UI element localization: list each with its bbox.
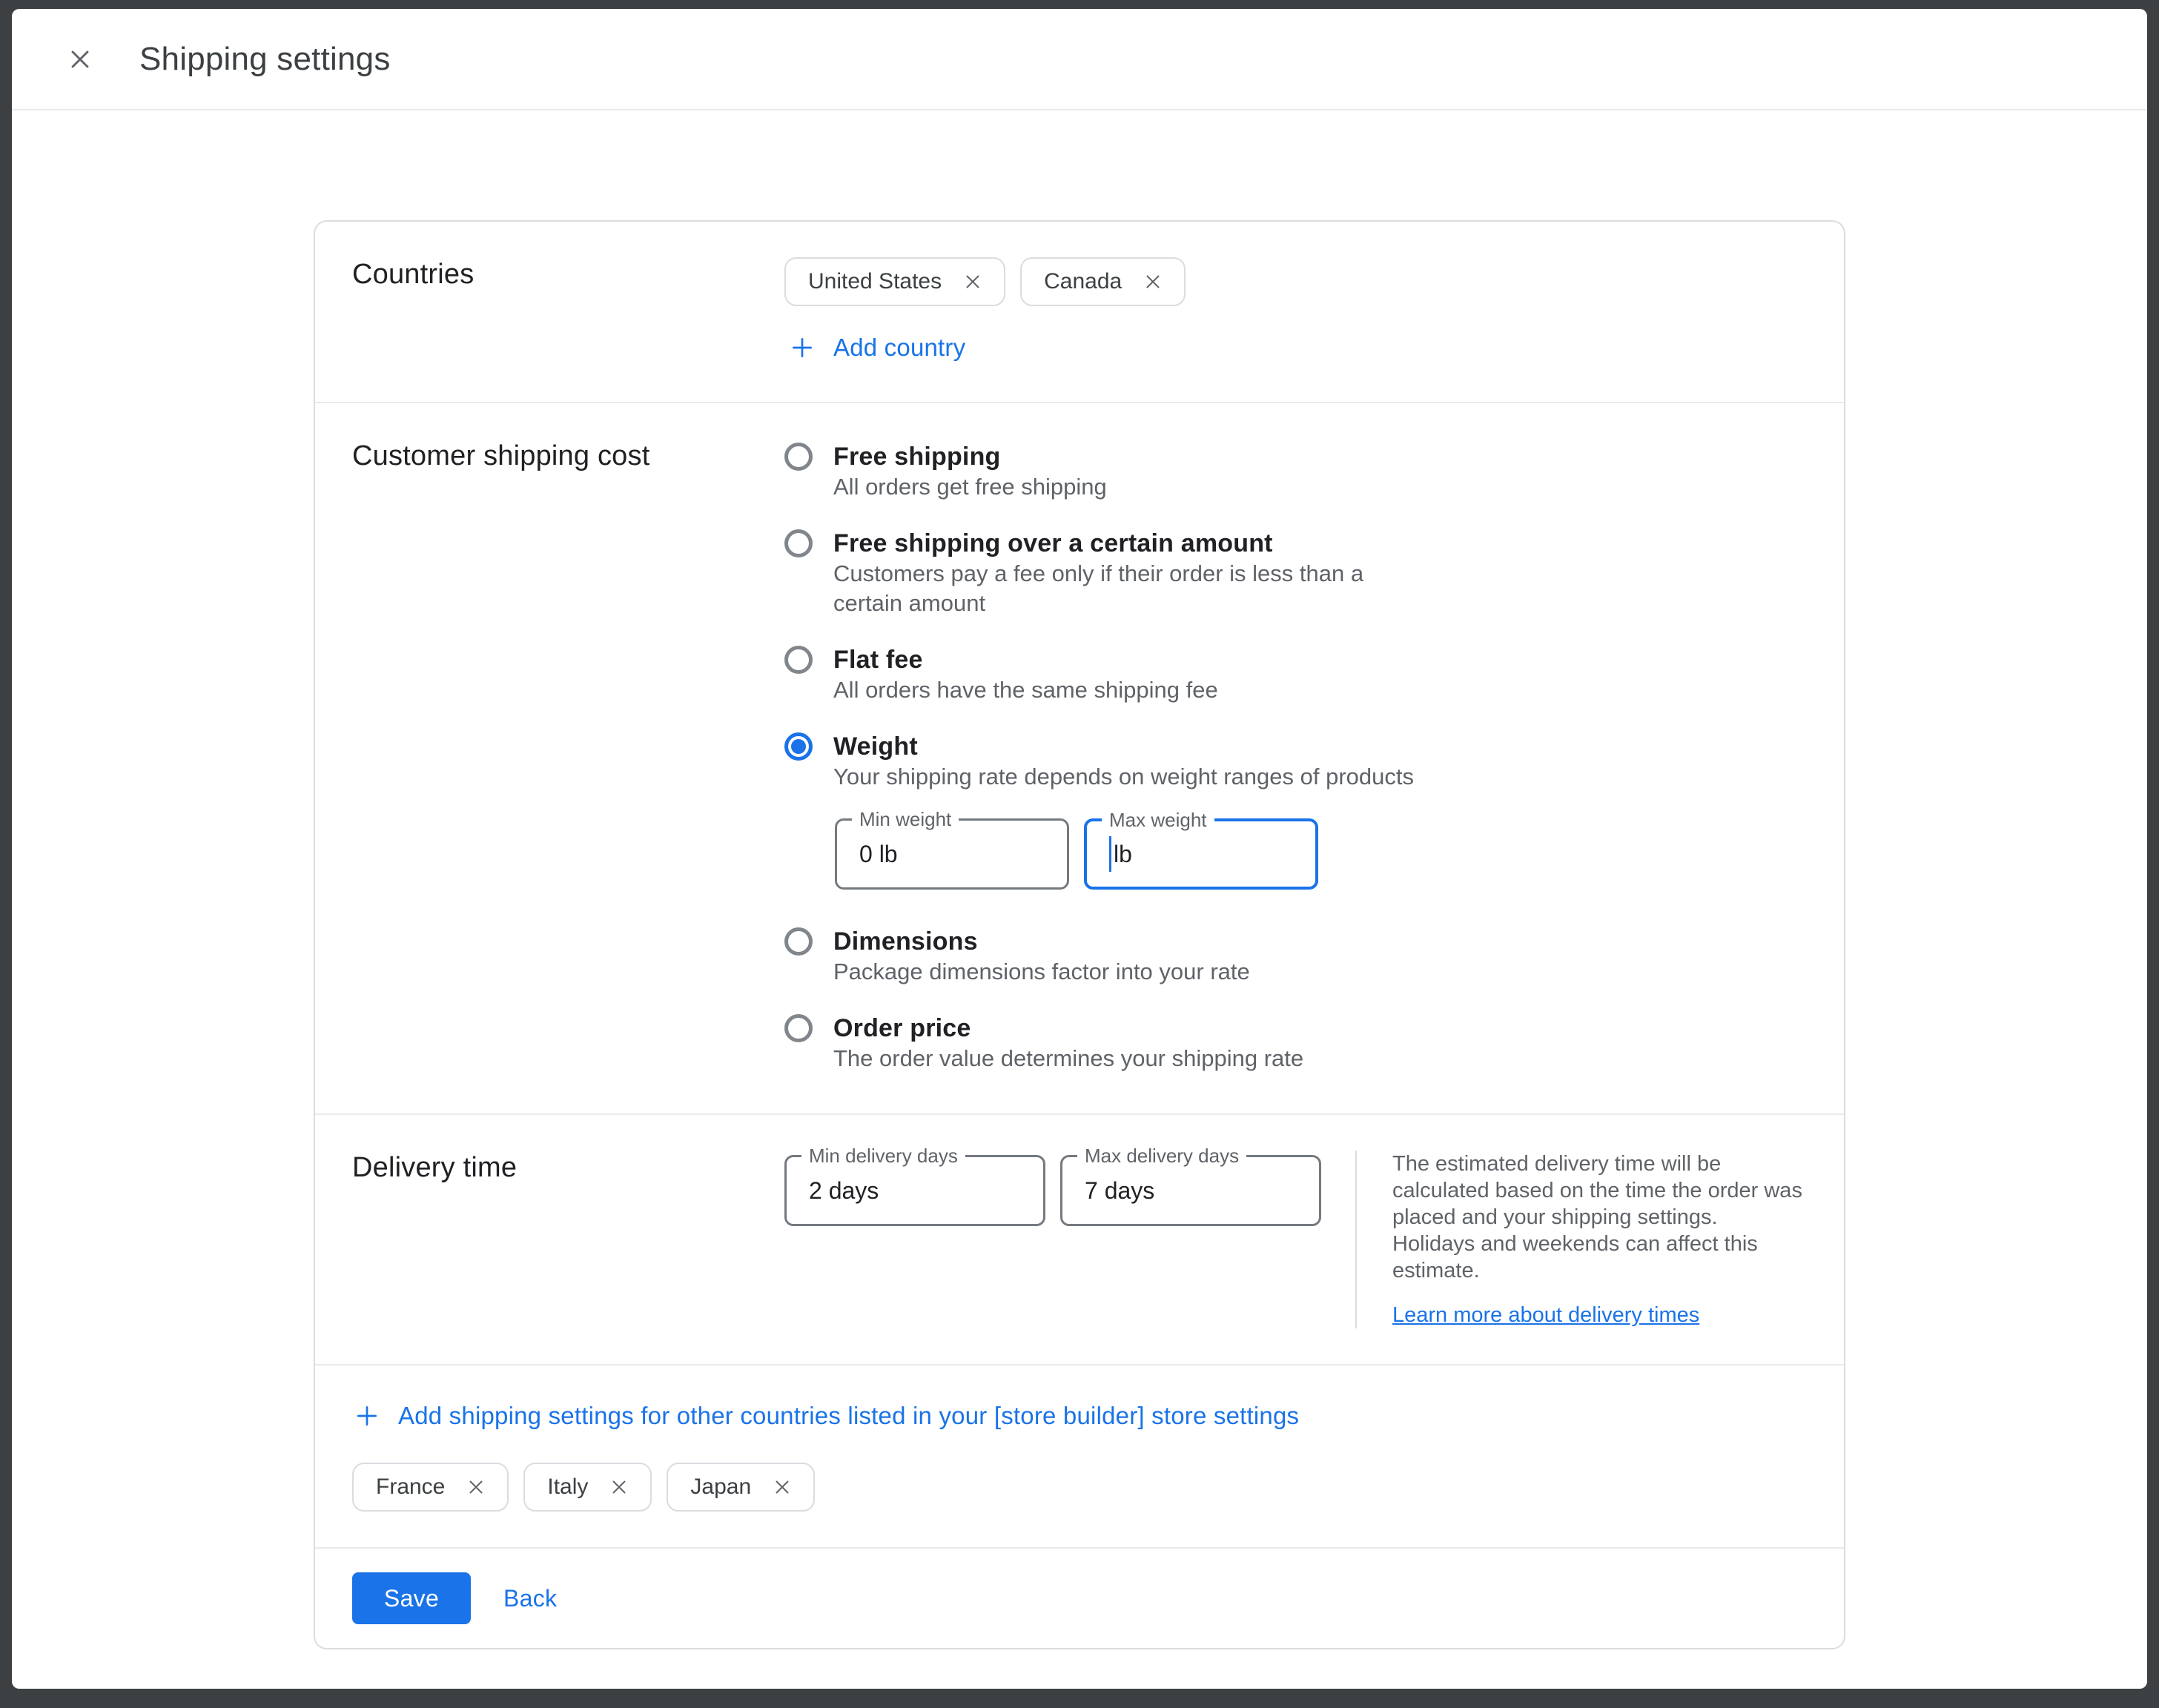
min-weight-field[interactable]: Min weight 0 lb bbox=[835, 818, 1069, 890]
min-delivery-days-label: Min delivery days bbox=[801, 1145, 965, 1166]
chip-label: Italy bbox=[547, 1474, 588, 1500]
delivery-fields-row: Min delivery days 2 days Max delivery da… bbox=[784, 1155, 1321, 1226]
chip-united-states[interactable]: United States bbox=[784, 257, 1005, 306]
other-countries-section: Add shipping settings for other countrie… bbox=[315, 1366, 1844, 1549]
shipping-settings-dialog: Shipping settings Countries United State… bbox=[12, 9, 2147, 1689]
add-shipping-settings-label: Add shipping settings for other countrie… bbox=[398, 1402, 1299, 1430]
max-delivery-days-label: Max delivery days bbox=[1077, 1145, 1246, 1166]
add-country-button[interactable]: Add country bbox=[787, 333, 965, 363]
page-title: Shipping settings bbox=[139, 41, 391, 78]
chip-label: France bbox=[376, 1474, 445, 1500]
remove-japan-icon[interactable] bbox=[770, 1475, 794, 1499]
text-cursor bbox=[1109, 836, 1111, 872]
option-description: All orders have the same shipping fee bbox=[833, 675, 1218, 705]
option-weight[interactable]: Weight Your shipping rate depends on wei… bbox=[784, 732, 1807, 792]
delivery-time-label: Delivery time bbox=[352, 1151, 784, 1328]
footer-actions: Save Back bbox=[315, 1549, 1844, 1648]
add-shipping-settings-button[interactable]: Add shipping settings for other countrie… bbox=[352, 1401, 1299, 1431]
chip-label: Canada bbox=[1044, 269, 1122, 294]
radio-icon[interactable] bbox=[784, 927, 813, 956]
chip-italy[interactable]: Italy bbox=[523, 1463, 652, 1512]
option-label: Order price bbox=[833, 1013, 1303, 1043]
option-free-shipping-over-amount[interactable]: Free shipping over a certain amount Cust… bbox=[784, 529, 1807, 618]
remove-france-icon[interactable] bbox=[464, 1475, 488, 1499]
chip-label: Japan bbox=[690, 1474, 751, 1500]
option-label: Flat fee bbox=[833, 645, 1218, 675]
plus-icon bbox=[352, 1401, 382, 1431]
option-label: Free shipping over a certain amount bbox=[833, 529, 1363, 558]
max-delivery-days-field[interactable]: Max delivery days 7 days bbox=[1060, 1155, 1321, 1226]
option-dimensions[interactable]: Dimensions Package dimensions factor int… bbox=[784, 927, 1807, 987]
radio-icon[interactable] bbox=[784, 732, 813, 761]
shipping-cost-section: Customer shipping cost Free shipping All… bbox=[315, 403, 1844, 1115]
shipping-cost-label: Customer shipping cost bbox=[352, 439, 784, 1078]
min-weight-field-label: Min weight bbox=[852, 809, 959, 830]
dialog-body: Countries United States Canada bbox=[12, 110, 2147, 1689]
min-weight-field-value: 0 lb bbox=[859, 841, 898, 868]
max-weight-field-label: Max weight bbox=[1102, 810, 1214, 830]
plus-icon bbox=[787, 333, 817, 363]
min-delivery-days-value: 2 days bbox=[809, 1177, 879, 1205]
max-weight-field[interactable]: Max weight lb bbox=[1084, 818, 1318, 890]
delivery-time-section: Delivery time Min delivery days 2 days M… bbox=[315, 1115, 1844, 1366]
radio-icon[interactable] bbox=[784, 529, 813, 557]
max-delivery-days-value: 7 days bbox=[1085, 1177, 1154, 1205]
back-button[interactable]: Back bbox=[503, 1585, 557, 1612]
option-free-shipping[interactable]: Free shipping All orders get free shippi… bbox=[784, 442, 1807, 502]
option-description: Package dimensions factor into your rate bbox=[833, 957, 1250, 987]
option-label: Dimensions bbox=[833, 927, 1250, 956]
countries-label: Countries bbox=[352, 257, 784, 366]
countries-chip-row: United States Canada bbox=[784, 257, 1807, 306]
option-description: Customers pay a fee only if their order … bbox=[833, 559, 1363, 618]
min-delivery-days-field[interactable]: Min delivery days 2 days bbox=[784, 1155, 1045, 1226]
delivery-info-text: The estimated delivery time will be calc… bbox=[1392, 1151, 1802, 1284]
remove-united-states-icon[interactable] bbox=[961, 270, 985, 294]
chip-label: United States bbox=[808, 269, 942, 294]
option-description: Your shipping rate depends on weight ran… bbox=[833, 762, 1414, 792]
chip-japan[interactable]: Japan bbox=[667, 1463, 815, 1512]
option-order-price[interactable]: Order price The order value determines y… bbox=[784, 1013, 1807, 1073]
countries-section: Countries United States Canada bbox=[315, 222, 1844, 403]
option-description: All orders get free shipping bbox=[833, 472, 1107, 502]
option-label: Weight bbox=[833, 732, 1414, 761]
delivery-info-panel: The estimated delivery time will be calc… bbox=[1355, 1151, 1802, 1328]
learn-more-link[interactable]: Learn more about delivery times bbox=[1392, 1302, 1699, 1328]
radio-icon[interactable] bbox=[784, 443, 813, 471]
chip-france[interactable]: France bbox=[352, 1463, 509, 1512]
dialog-header: Shipping settings bbox=[12, 9, 2147, 110]
option-flat-fee[interactable]: Flat fee All orders have the same shippi… bbox=[784, 645, 1807, 705]
radio-icon[interactable] bbox=[784, 1014, 813, 1042]
add-country-label: Add country bbox=[833, 334, 965, 362]
remove-canada-icon[interactable] bbox=[1141, 270, 1165, 294]
screenshot-frame: Shipping settings Countries United State… bbox=[0, 0, 2159, 1708]
other-countries-chip-row: France Italy bbox=[352, 1463, 1807, 1512]
max-weight-field-value: lb bbox=[1114, 841, 1132, 868]
radio-icon[interactable] bbox=[784, 646, 813, 674]
chip-canada[interactable]: Canada bbox=[1020, 257, 1186, 306]
option-label: Free shipping bbox=[833, 442, 1107, 471]
option-description: The order value determines your shipping… bbox=[833, 1044, 1303, 1073]
save-button[interactable]: Save bbox=[352, 1572, 471, 1624]
settings-card: Countries United States Canada bbox=[314, 220, 1845, 1649]
weight-fields-row: Min weight 0 lb Max weight lb bbox=[835, 818, 1807, 890]
close-icon[interactable] bbox=[59, 39, 101, 80]
remove-italy-icon[interactable] bbox=[607, 1475, 631, 1499]
